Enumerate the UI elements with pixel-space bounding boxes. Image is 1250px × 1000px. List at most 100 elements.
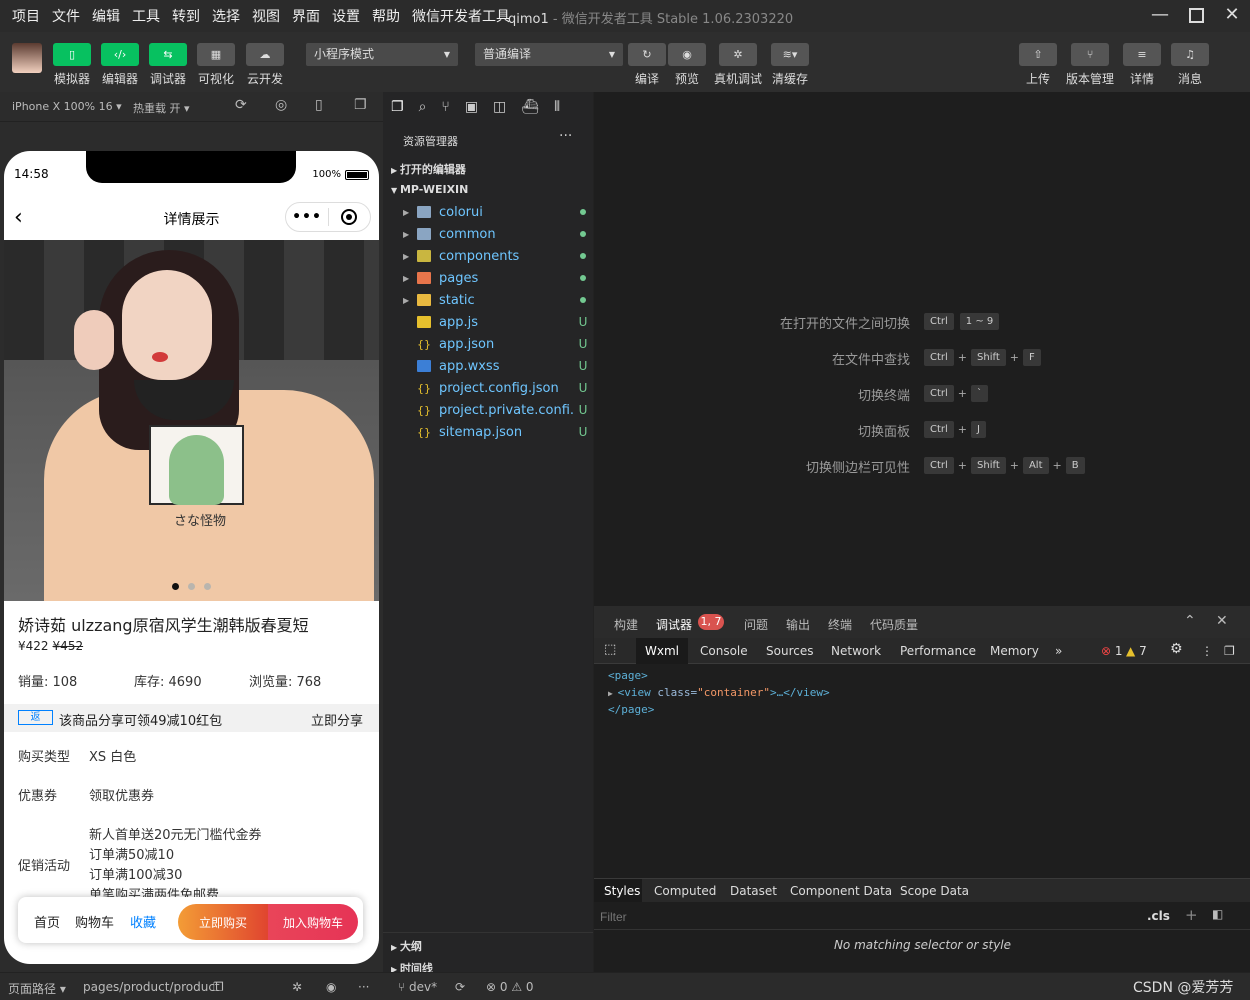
menu-item-view[interactable]: 视图 <box>246 6 286 26</box>
hotreload-select[interactable]: 热重载 开 ▾ <box>133 100 190 116</box>
git-icon[interactable]: ⑂ <box>441 99 449 115</box>
visual-toggle-icon[interactable]: ▦ <box>197 43 235 66</box>
more-tabs-icon[interactable]: » <box>1055 644 1062 658</box>
tab-dataset[interactable]: Dataset <box>730 884 777 898</box>
storage-icon[interactable]: ◫ <box>493 99 506 115</box>
menu-item-interface[interactable]: 界面 <box>286 6 326 26</box>
wxml-node-view[interactable]: ▶ <view class="container">…</view> <box>608 686 830 699</box>
menu-item-help[interactable]: 帮助 <box>366 6 406 26</box>
tab-styles[interactable]: Styles <box>604 884 640 898</box>
compile-mode-select[interactable]: 普通编译 ▼ <box>475 43 623 66</box>
carousel-dot[interactable] <box>204 583 211 590</box>
menu-item-settings[interactable]: 设置 <box>326 6 366 26</box>
tab-wxml[interactable]: Wxml <box>636 638 688 664</box>
chevron-up-icon[interactable]: ⌃ <box>1184 613 1196 629</box>
menu-item-devtools[interactable]: 微信开发者工具 <box>406 6 516 26</box>
close-target-icon[interactable] <box>329 209 370 225</box>
device-select[interactable]: iPhone X 100% 16 ▾ <box>12 100 122 113</box>
share-button[interactable]: 立即分享 <box>311 710 363 729</box>
buy-now-button[interactable]: 立即购买 <box>178 904 268 940</box>
detach-icon[interactable]: ❐ <box>354 97 367 113</box>
root-folder-section[interactable]: ▼ MP-WEIXIN <box>391 183 468 196</box>
avatar[interactable] <box>12 43 42 73</box>
extensions-icon[interactable]: ▣ <box>465 99 478 115</box>
copy-icon[interactable]: ❐ <box>213 980 224 994</box>
tab-sources[interactable]: Sources <box>766 644 813 658</box>
buy-type-value[interactable]: XS 白色 <box>89 746 136 765</box>
clear-cache-icon[interactable]: ≋▾ <box>771 43 809 66</box>
coupon-value[interactable]: 领取优惠券 <box>89 785 154 804</box>
cloud-icon[interactable]: ☁ <box>246 43 284 66</box>
more-icon[interactable]: ··· <box>358 980 369 994</box>
cart-button[interactable]: 购物车 <box>75 912 114 931</box>
add-to-cart-button[interactable]: 加入购物车 <box>268 904 358 940</box>
tab-debugger[interactable]: 调试器 <box>656 616 692 633</box>
tab-build[interactable]: 构建 <box>614 616 638 633</box>
error-count[interactable]: ⊗ 1 <box>1101 644 1123 658</box>
tab-code-quality[interactable]: 代码质量 <box>870 616 918 633</box>
tab-performance[interactable]: Performance <box>900 644 976 658</box>
inspect-icon[interactable]: ⬚ <box>604 642 616 657</box>
tree-folder-pages[interactable]: ▶ pages <box>403 267 593 289</box>
upload-icon[interactable]: ⇧ <box>1019 43 1057 66</box>
expand-arrow-icon[interactable]: ▶ <box>608 689 618 698</box>
tree-file[interactable]: app.js U <box>403 311 593 333</box>
maximize-icon[interactable] <box>1184 4 1208 28</box>
outline-section[interactable]: ▶ 大纲 <box>391 938 422 954</box>
problem-counts[interactable]: ⊗ 0 ⚠ 0 <box>486 980 534 994</box>
kebab-icon[interactable]: ⋮ <box>1201 644 1213 658</box>
tab-console[interactable]: Console <box>700 644 748 658</box>
style-filter-input[interactable] <box>600 908 1120 926</box>
preview-icon[interactable]: ◉ <box>668 43 706 66</box>
bug-icon[interactable]: ✲ <box>292 980 302 994</box>
compile-icon[interactable]: ↻ <box>628 43 666 66</box>
tab-network[interactable]: Network <box>831 644 881 658</box>
tab-terminal[interactable]: 终端 <box>828 616 852 633</box>
carousel-dot[interactable] <box>188 583 195 590</box>
stop-icon[interactable]: ◎ <box>275 97 287 113</box>
version-icon[interactable]: ⑂ <box>1071 43 1109 66</box>
remote-debug-icon[interactable]: ✲ <box>719 43 757 66</box>
tree-folder-common[interactable]: ▶ common <box>403 223 593 245</box>
search-icon[interactable]: ⌕ <box>419 99 427 115</box>
tree-file[interactable]: {} app.json U <box>403 333 593 355</box>
tree-folder-static[interactable]: ▶ static <box>403 289 593 311</box>
tree-file[interactable]: {} project.config.json U <box>403 377 593 399</box>
simulator-toggle-icon[interactable]: ▯ <box>53 43 91 66</box>
tree-file[interactable]: {} sitemap.json U <box>403 421 593 443</box>
close-panel-icon[interactable]: ✕ <box>1216 613 1228 629</box>
open-editors-section[interactable]: ▶ 打开的编辑器 <box>391 161 466 177</box>
dock-icon[interactable]: ❐ <box>1224 644 1235 658</box>
tab-memory[interactable]: Memory <box>990 644 1039 658</box>
split-icon[interactable]: ⫴ <box>554 99 560 115</box>
menu-item-goto[interactable]: 转到 <box>166 6 206 26</box>
menu-item-project[interactable]: 项目 <box>0 6 46 26</box>
details-icon[interactable]: ≡ <box>1123 43 1161 66</box>
tab-problems[interactable]: 问题 <box>744 616 768 633</box>
wxml-node-page[interactable]: <page> <box>608 669 648 682</box>
sidebar-toggle-icon[interactable]: ◧ <box>1212 907 1223 921</box>
phone-icon[interactable]: ▯ <box>315 97 323 113</box>
warning-count[interactable]: ▲ 7 <box>1126 644 1147 658</box>
menu-item-tools[interactable]: 工具 <box>126 6 166 26</box>
refresh-icon[interactable]: ⟳ <box>235 97 247 113</box>
menu-item-file[interactable]: 文件 <box>46 6 86 26</box>
page-path-select[interactable]: 页面路径 ▾ <box>8 980 66 997</box>
favorite-button[interactable]: 收藏 <box>130 912 156 931</box>
tab-scope-data[interactable]: Scope Data <box>900 884 969 898</box>
minimize-icon[interactable]: — <box>1148 4 1172 28</box>
debugger-toggle-icon[interactable]: ⇆ <box>149 43 187 66</box>
cls-toggle[interactable]: .cls <box>1147 909 1170 923</box>
docker-icon[interactable]: ⛴ <box>521 99 539 115</box>
editor-toggle-icon[interactable]: ‹/› <box>101 43 139 66</box>
tab-component-data[interactable]: Component Data <box>790 884 892 898</box>
files-icon[interactable]: ❐ <box>391 99 404 115</box>
tree-folder-components[interactable]: ▶ components <box>403 245 593 267</box>
mode-select[interactable]: 小程序模式 ▼ <box>306 43 458 66</box>
eye-icon[interactable]: ◉ <box>326 980 336 994</box>
tab-output[interactable]: 输出 <box>786 616 810 633</box>
tree-folder-colorui[interactable]: ▶ colorui <box>403 201 593 223</box>
add-rule-icon[interactable]: + <box>1185 906 1198 924</box>
menu-item-edit[interactable]: 编辑 <box>86 6 126 26</box>
tree-file[interactable]: {} project.private.confi... U <box>403 399 593 421</box>
